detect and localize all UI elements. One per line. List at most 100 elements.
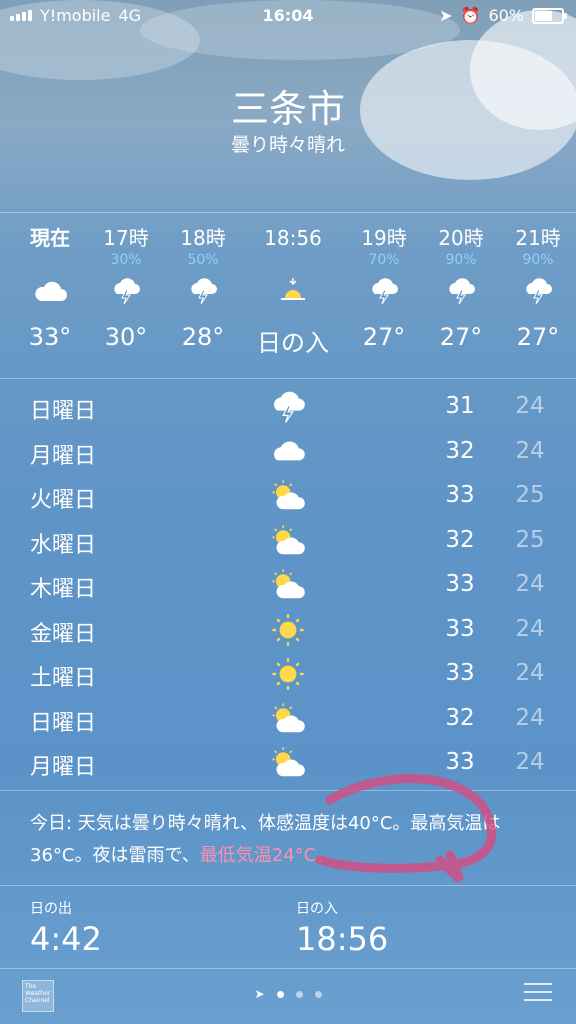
hour-time: 21時	[515, 226, 561, 250]
day-high: 31	[445, 393, 475, 419]
sunrise-label: 日の出	[30, 901, 72, 917]
hourly-forecast[interactable]: 現在 33° 17時 30% 30° 18時 50% 28° 18:56 日の入…	[0, 215, 576, 375]
hour-time: 18:56	[264, 226, 322, 250]
hour-item: 17時 30% 30°	[86, 215, 166, 351]
hour-temp: 27°	[362, 323, 406, 351]
day-high: 32	[445, 437, 475, 464]
daily-forecast[interactable]: 日曜日 31 24 月曜日 32 24 火曜日 33 25 水曜日 32 25 …	[0, 385, 576, 786]
hour-pop: 90%	[445, 252, 477, 268]
list-icon[interactable]	[524, 983, 552, 1003]
divider	[0, 378, 576, 379]
sunset-time: 18:56	[296, 920, 389, 958]
day-low: 24	[515, 749, 545, 775]
location-arrow-icon: ➤	[439, 6, 453, 25]
page-dot[interactable]	[314, 990, 322, 998]
thunderstorm-icon	[163, 269, 243, 313]
hour-temp: 33°	[28, 323, 72, 351]
hour-time: 20時	[438, 226, 484, 250]
divider	[0, 885, 576, 886]
sun-icon	[272, 658, 304, 690]
divider	[0, 212, 576, 213]
day-high: 33	[445, 660, 475, 686]
hour-item: 18:56 日の入	[253, 215, 333, 358]
hour-temp: 27°	[516, 323, 560, 351]
day-name: 日曜日	[30, 710, 97, 736]
sun-icon	[272, 613, 304, 646]
list-item: 土曜日 33 24	[0, 652, 576, 697]
divider	[0, 968, 576, 969]
hour-pop: 70%	[368, 252, 400, 268]
day-name: 金曜日	[30, 621, 97, 647]
hour-time: 現在	[30, 226, 70, 250]
day-name: 火曜日	[30, 488, 97, 513]
day-high: 33	[445, 571, 475, 597]
partly-cloudy-icon	[272, 480, 305, 510]
list-item: 水曜日 32 25	[0, 519, 576, 564]
hour-pop: 30%	[110, 252, 142, 268]
day-low: 24	[515, 437, 545, 464]
hour-item: 19時 70% 27°	[344, 215, 424, 351]
hour-temp: 日の入	[257, 329, 329, 357]
hour-time: 18時	[180, 226, 226, 250]
thunderstorm-icon	[344, 269, 424, 313]
day-high: 32	[445, 526, 475, 553]
partly-cloudy-icon	[272, 524, 305, 554]
day-low: 24	[515, 571, 545, 597]
hour-pop: 90%	[522, 252, 554, 268]
city-name: 三条市	[230, 87, 345, 131]
hour-pop	[253, 251, 333, 269]
current-condition: 曇り時々晴れ	[230, 134, 345, 156]
hour-pop	[10, 251, 90, 269]
hour-item: 20時 90% 27°	[421, 215, 501, 351]
thunderstorm-icon	[86, 269, 166, 313]
list-item: 木曜日 33 24	[0, 563, 576, 608]
sunrise-block: 日の出 4:42	[30, 898, 102, 958]
hour-item: 21時 90% 27°	[498, 215, 576, 351]
list-item: 日曜日 32 24	[0, 697, 576, 742]
cloud-icon	[273, 440, 305, 460]
hour-time: 17時	[103, 226, 149, 250]
hour-pop: 50%	[187, 252, 219, 268]
annotation-circle	[315, 774, 497, 884]
day-name: 月曜日	[30, 443, 97, 469]
hour-time: 19時	[361, 226, 407, 250]
list-item: 日曜日 31 24	[0, 385, 576, 430]
day-name: 月曜日	[30, 755, 97, 780]
hour-temp: 28°	[181, 323, 225, 351]
battery-icon	[532, 7, 567, 24]
location-arrow-icon: ➤	[254, 987, 265, 1001]
thunderstorm-icon	[421, 269, 501, 313]
day-low: 25	[515, 526, 545, 553]
sunset-label: 日の入	[296, 901, 338, 917]
thunderstorm-icon	[498, 269, 576, 313]
page-indicator[interactable]: ➤	[0, 987, 576, 1001]
day-high: 32	[445, 704, 475, 731]
day-name: 木曜日	[30, 577, 97, 602]
day-low: 24	[515, 615, 545, 642]
day-low: 24	[515, 393, 545, 419]
page-dot[interactable]	[295, 990, 303, 998]
status-bar: Y!mobile 4G 16:04 ➤ ⏰ 60%	[0, 0, 576, 32]
day-name: 日曜日	[30, 399, 97, 424]
footer: The Weather Channel ➤	[0, 975, 576, 1015]
sunrise-time: 4:42	[30, 920, 102, 958]
list-item: 金曜日 33 24	[0, 608, 576, 653]
day-name: 水曜日	[30, 532, 97, 558]
cloud-icon	[10, 269, 90, 313]
day-high: 33	[445, 615, 475, 642]
day-name: 土曜日	[30, 666, 97, 691]
day-low: 24	[515, 704, 545, 731]
hour-item: 18時 50% 28°	[163, 215, 243, 351]
page-dot[interactable]	[276, 990, 284, 998]
hour-temp: 30°	[104, 323, 148, 351]
hour-temp: 27°	[439, 323, 483, 351]
hour-item: 現在 33°	[10, 215, 90, 351]
list-item: 月曜日 32 24	[0, 430, 576, 475]
day-high: 33	[445, 482, 475, 508]
list-item: 火曜日 33 25	[0, 474, 576, 519]
battery-percent: 60%	[488, 6, 524, 25]
thunderstorm-icon	[273, 391, 305, 423]
partly-cloudy-icon	[272, 569, 305, 599]
sunset-icon	[253, 269, 333, 313]
day-low: 24	[515, 660, 545, 686]
